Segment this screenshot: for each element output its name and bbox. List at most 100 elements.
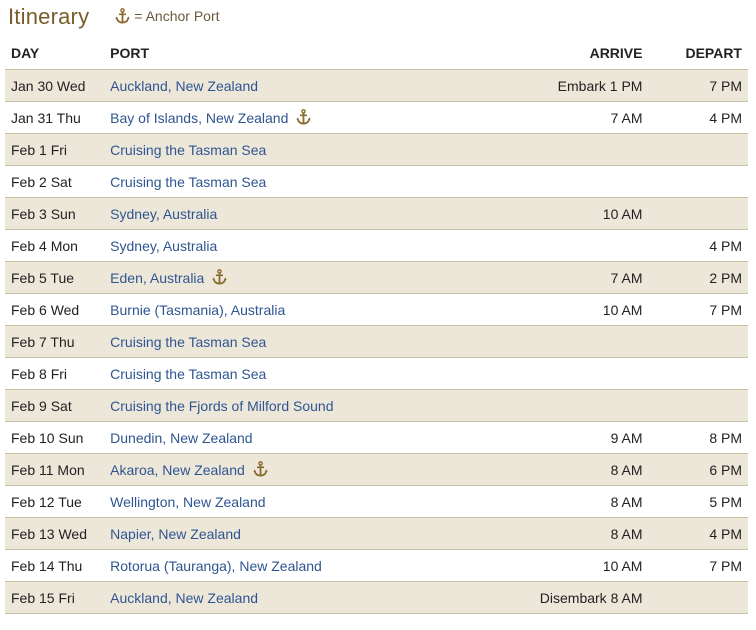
port-link[interactable]: Cruising the Tasman Sea (110, 334, 266, 350)
cell-port: Dunedin, New Zealand (110, 421, 527, 454)
table-row: Feb 3 Sun Sydney, Australia 10 AM (5, 197, 748, 230)
cell-day: Feb 10 Sun (5, 421, 111, 454)
port-link[interactable]: Cruising the Tasman Sea (110, 366, 266, 382)
cell-day: Jan 31 Thu (5, 101, 111, 134)
port-link[interactable]: Sydney, Australia (110, 238, 217, 254)
cell-arrive (526, 325, 643, 358)
table-row: Feb 14 Thu Rotorua (Tauranga), New Zealan… (5, 549, 748, 582)
table-row: Feb 12 Tue Wellington, New Zealand 8 AM 5 P… (5, 485, 748, 518)
cell-depart: 4 PM (642, 101, 748, 134)
port-link[interactable]: Napier, New Zealand (110, 526, 241, 542)
port-link[interactable]: Auckland, New Zealand (110, 590, 258, 606)
cell-port: Cruising the Tasman Sea (110, 325, 527, 358)
page-title: Itinerary (8, 4, 90, 29)
column-header-depart: DEPART (642, 36, 748, 70)
cell-depart (642, 389, 748, 422)
table-row: Feb 10 Sun Dunedin, New Zealand 9 AM 8 PM (5, 421, 748, 454)
cell-arrive: 10 AM (526, 293, 643, 326)
cell-arrive: 10 AM (526, 549, 643, 582)
cell-port: Cruising the Tasman Sea (110, 357, 527, 390)
cell-depart (642, 133, 748, 166)
port-link[interactable]: Cruising the Tasman Sea (110, 174, 266, 190)
itinerary-table: DAY PORT ARRIVE DEPART Jan 30 Wed Aucklan… (5, 36, 748, 614)
cell-day: Feb 3 Sun (5, 197, 111, 230)
cell-day: Feb 1 Fri (5, 133, 111, 166)
cell-arrive (526, 165, 643, 198)
port-link[interactable]: Eden, Australia (110, 270, 204, 286)
cell-depart (642, 581, 748, 614)
cell-day: Jan 30 Wed (5, 69, 111, 102)
cell-day: Feb 9 Sat (5, 389, 111, 422)
cell-depart: 6 PM (642, 453, 748, 486)
table-row: Feb 5 Tue Eden, Australia 7 AM 2 PM (5, 261, 748, 294)
cell-depart: 7 PM (642, 549, 748, 582)
port-link[interactable]: Wellington, New Zealand (110, 494, 265, 510)
cell-day: Feb 6 Wed (5, 293, 111, 326)
table-row: Jan 31 Thu Bay of Islands, New Zealand 7 A… (5, 101, 748, 134)
cell-depart: 8 PM (642, 421, 748, 454)
port-link[interactable]: Bay of Islands, New Zealand (110, 110, 288, 126)
table-row: Feb 7 Thu Cruising the Tasman Sea (5, 325, 748, 358)
anchor-icon (253, 461, 268, 477)
table-row: Feb 8 Fri Cruising the Tasman Sea (5, 357, 748, 390)
cell-port: Sydney, Australia (110, 197, 527, 230)
cell-depart (642, 325, 748, 358)
table-row: Feb 6 Wed Burnie (Tasmania), Australia 10 … (5, 293, 748, 326)
cell-port: Auckland, New Zealand (110, 581, 527, 614)
cell-day: Feb 5 Tue (5, 261, 111, 294)
cell-port: Rotorua (Tauranga), New Zealand (110, 549, 527, 582)
cell-depart: 7 PM (642, 69, 748, 102)
itinerary-header: Itinerary = Anchor Port (8, 4, 220, 34)
cell-port: Wellington, New Zealand (110, 485, 527, 518)
table-row: Feb 13 Wed Napier, New Zealand 8 AM 4 PM (5, 517, 748, 550)
cell-arrive: Embark 1 PM (526, 69, 643, 102)
port-link[interactable]: Sydney, Australia (110, 206, 217, 222)
cell-day: Feb 13 Wed (5, 517, 111, 550)
cell-port: Sydney, Australia (110, 229, 527, 262)
anchor-legend: = Anchor Port (115, 8, 220, 24)
itinerary-rows: Jan 30 Wed Auckland, New Zealand Embark 1 … (5, 69, 748, 614)
table-row: Jan 30 Wed Auckland, New Zealand Embark 1 … (5, 69, 748, 102)
port-link[interactable]: Auckland, New Zealand (110, 78, 258, 94)
cell-day: Feb 8 Fri (5, 357, 111, 390)
cell-port: Cruising the Tasman Sea (110, 165, 527, 198)
cell-port: Napier, New Zealand (110, 517, 527, 550)
cell-arrive: 8 AM (526, 453, 643, 486)
table-row: Feb 2 Sat Cruising the Tasman Sea (5, 165, 748, 198)
cell-arrive: 9 AM (526, 421, 643, 454)
port-link[interactable]: Burnie (Tasmania), Australia (110, 302, 285, 318)
table-row: Feb 1 Fri Cruising the Tasman Sea (5, 133, 748, 166)
cell-day: Feb 4 Mon (5, 229, 111, 262)
cell-port: Burnie (Tasmania), Australia (110, 293, 527, 326)
cell-arrive: 8 AM (526, 485, 643, 518)
table-row: Feb 9 Sat Cruising the Fjords of Milford … (5, 389, 748, 422)
column-header-arrive: ARRIVE (526, 36, 643, 70)
anchor-icon (115, 8, 130, 24)
anchor-icon (296, 109, 311, 125)
port-link[interactable]: Akaroa, New Zealand (110, 462, 245, 478)
cell-arrive: 7 AM (526, 261, 643, 294)
port-link[interactable]: Cruising the Tasman Sea (110, 142, 266, 158)
cell-day: Feb 7 Thu (5, 325, 111, 358)
cell-day: Feb 14 Thu (5, 549, 111, 582)
cell-day: Feb 2 Sat (5, 165, 111, 198)
cell-depart: 4 PM (642, 517, 748, 550)
cell-day: Feb 12 Tue (5, 485, 111, 518)
table-row: Feb 11 Mon Akaroa, New Zealand 8 AM 6 PM (5, 453, 748, 486)
cell-day: Feb 15 Fri (5, 581, 111, 614)
cell-arrive: 8 AM (526, 517, 643, 550)
cell-arrive (526, 389, 643, 422)
cell-depart (642, 197, 748, 230)
cell-arrive: Disembark 8 AM (526, 581, 643, 614)
cell-arrive (526, 229, 643, 262)
port-link[interactable]: Dunedin, New Zealand (110, 430, 252, 446)
anchor-legend-text: = Anchor Port (134, 8, 220, 24)
table-header-row: DAY PORT ARRIVE DEPART (5, 36, 748, 70)
column-header-port: PORT (110, 36, 527, 70)
column-header-day: DAY (5, 36, 111, 70)
cell-depart: 2 PM (642, 261, 748, 294)
cell-port: Akaroa, New Zealand (110, 453, 527, 486)
cell-depart (642, 357, 748, 390)
port-link[interactable]: Cruising the Fjords of Milford Sound (110, 398, 333, 414)
port-link[interactable]: Rotorua (Tauranga), New Zealand (110, 558, 322, 574)
